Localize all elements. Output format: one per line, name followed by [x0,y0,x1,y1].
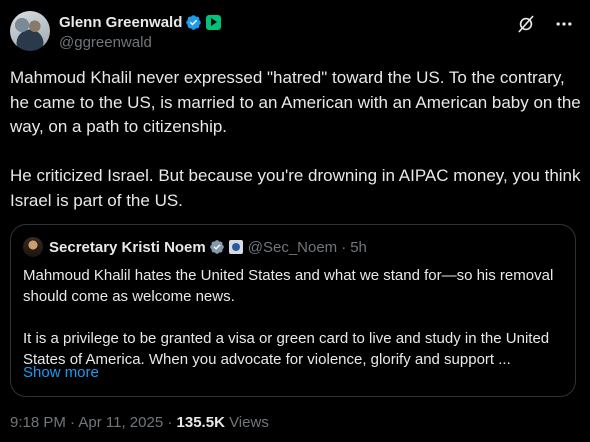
show-more-link[interactable]: Show more [23,364,99,381]
author-handle[interactable]: @ggreenwald [59,34,221,51]
header-actions [516,14,574,34]
meta-separator: · [70,414,76,431]
verified-badge-icon [186,14,202,30]
post-time[interactable]: 9:18 PM [10,414,66,431]
quoted-author-handle[interactable]: @Sec_Noem [248,239,337,256]
quoted-timestamp[interactable]: 5h [350,239,367,256]
tweet-header: Glenn Greenwald @ggreenwald [10,10,580,54]
author-avatar[interactable] [10,11,50,51]
author-display-name[interactable]: Glenn Greenwald [59,14,182,31]
more-icon[interactable] [554,14,574,34]
display-name-row: Glenn Greenwald [59,12,222,32]
subscription-badge-icon [206,14,222,30]
quoted-tweet-text: Mahmoud Khalil hates the United States a… [23,267,554,368]
government-badge-icon [228,240,243,254]
quoted-author-avatar[interactable] [23,237,43,257]
quoted-verified-badge-icon [209,240,224,254]
meta-separator: · [167,414,173,431]
tweet-text: Mahmoud Khalil never expressed "hatred" … [10,68,581,210]
views-label: Views [229,414,269,431]
quoted-separator: · [341,238,347,256]
quoted-author-display-name[interactable]: Secretary Kristi Noem [49,239,206,256]
quoted-tweet[interactable]: Secretary Kristi Noem @Sec_Noem · 5h Mah… [10,224,576,397]
views-count: 135.5K [176,414,225,431]
author-names: Glenn Greenwald @ggreenwald [59,12,222,51]
tweet-meta: 9:18 PM · Apr 11, 2025 · 135.5K Views [10,414,269,431]
tweet: Glenn Greenwald @ggreenwald Mahmoud Khal… [0,0,590,442]
quoted-tweet-header: Secretary Kristi Noem @Sec_Noem · 5h [23,237,367,257]
post-date[interactable]: Apr 11, 2025 [78,414,163,431]
grok-icon[interactable] [516,14,536,34]
